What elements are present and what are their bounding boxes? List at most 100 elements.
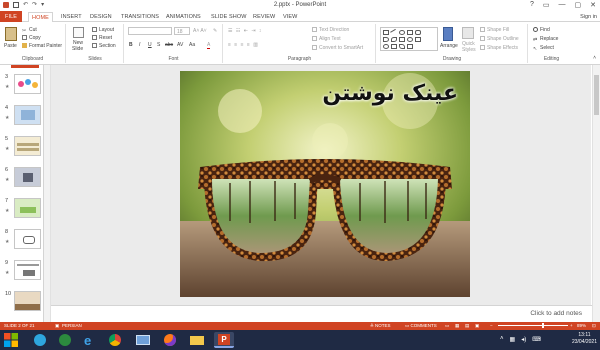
show-hidden-icons-icon[interactable]: ˄	[500, 336, 504, 343]
powerpoint-app[interactable]: P	[214, 332, 234, 348]
network-icon[interactable]: ▦	[510, 336, 516, 343]
align-text-button[interactable]: Align Text	[312, 36, 341, 42]
arrange-icon[interactable]	[443, 27, 453, 41]
change-case-button[interactable]: Aa	[189, 42, 195, 48]
find-button[interactable]: Find	[533, 27, 550, 33]
collapse-ribbon-icon[interactable]: ˄	[593, 55, 596, 61]
start-button-icon[interactable]	[3, 332, 19, 348]
text-direction-button[interactable]: Text Direction	[312, 27, 349, 33]
new-slide-icon[interactable]	[73, 27, 84, 38]
replace-button[interactable]: ⇄ Replace	[533, 36, 558, 43]
cube-shape-icon[interactable]	[391, 44, 397, 49]
shape-fill-button[interactable]: Shape Fill	[480, 27, 509, 33]
firefox-app[interactable]	[160, 332, 180, 348]
star-shape-icon[interactable]	[407, 44, 413, 49]
monitor-app[interactable]	[133, 332, 153, 348]
zoom-out-button[interactable]: −	[490, 323, 493, 328]
shadow-button[interactable]: S	[157, 42, 160, 48]
slideshow-icon[interactable]: ▣	[475, 323, 479, 329]
brace-shape-icon[interactable]	[415, 37, 421, 42]
line-shape-icon[interactable]	[390, 28, 398, 37]
language-tray-icon[interactable]: ⌨	[532, 336, 541, 343]
clear-formatting-icon[interactable]: ✎	[213, 28, 217, 34]
paste-button[interactable]: Paste	[4, 43, 17, 49]
tab-review[interactable]: REVIEW	[250, 12, 278, 22]
notes-button[interactable]: ≙ NOTES	[370, 323, 391, 329]
list-buttons[interactable]: ☰ ☷ ⇤ ⇥ ↕	[228, 28, 262, 34]
font-size-dropdown[interactable]: 18	[174, 27, 190, 35]
zoom-slider-thumb[interactable]	[542, 323, 544, 328]
italic-button[interactable]: I	[139, 42, 140, 48]
arrow-shape-icon[interactable]	[383, 37, 389, 42]
notes-placeholder[interactable]: Click to add notes	[530, 310, 582, 317]
reset-button[interactable]: Reset	[92, 35, 112, 41]
volume-icon[interactable]: ◂)	[521, 336, 526, 343]
current-slide[interactable]: عینک نوشتن	[180, 71, 470, 297]
reading-view-icon[interactable]: ▤	[465, 323, 469, 329]
layout-button[interactable]: Layout	[92, 27, 114, 33]
triangle-shape-icon[interactable]	[399, 37, 405, 42]
shape-effects-button[interactable]: Shape Effects	[480, 45, 518, 51]
fit-slide-icon[interactable]: ⊡	[592, 323, 596, 329]
clock[interactable]: 13:11 23/04/2021	[572, 332, 597, 346]
rounded-rect-shape-icon[interactable]	[415, 30, 421, 35]
green-app[interactable]	[55, 332, 75, 348]
copy-button[interactable]: Copy	[22, 35, 41, 41]
tab-insert[interactable]: INSERT	[58, 12, 85, 22]
zoom-level[interactable]: 89%	[577, 323, 586, 328]
slide-sorter-icon[interactable]: ▦	[455, 323, 459, 329]
bold-button[interactable]: B	[129, 42, 133, 48]
smiley-shape-icon[interactable]	[383, 44, 389, 49]
oval-shape-icon[interactable]	[399, 30, 405, 35]
grow-shrink-font-icon[interactable]: A˄ A˅	[193, 28, 207, 34]
strikethrough-button[interactable]: abc	[165, 42, 173, 48]
underline-button[interactable]: U	[148, 42, 152, 48]
tab-animations[interactable]: ANIMATIONS	[163, 12, 204, 22]
sign-in-link[interactable]: Sign in	[580, 14, 597, 20]
character-spacing-button[interactable]: AV	[177, 42, 183, 48]
maximize-button[interactable]: ▢	[575, 1, 582, 9]
alignment-buttons[interactable]: ≡ ≡ ≡ ≡ ▥	[228, 42, 259, 48]
spell-check-icon[interactable]: ▣	[55, 323, 59, 329]
rect-shape-icon[interactable]	[407, 30, 413, 35]
zoom-in-button[interactable]: +	[570, 323, 573, 328]
format-painter-button[interactable]: Format Painter	[22, 43, 62, 49]
ribbon-display-button[interactable]: ▭	[543, 1, 550, 9]
language-indicator[interactable]: PERSIAN	[62, 323, 82, 328]
internet-explorer-app[interactable]: e	[80, 332, 100, 348]
tab-design[interactable]: DESIGN	[87, 12, 115, 22]
quick-styles-label-2[interactable]: Styles	[462, 47, 476, 53]
tab-transitions[interactable]: TRANSITIONS	[118, 12, 162, 22]
convert-smartart-button[interactable]: Convert to SmartArt	[312, 45, 363, 51]
font-name-dropdown[interactable]	[128, 27, 172, 35]
normal-view-icon[interactable]: ▭	[445, 323, 449, 329]
close-button[interactable]: ✕	[590, 1, 596, 9]
minimize-button[interactable]: —	[559, 1, 566, 9]
rectangle-shape-icon[interactable]	[383, 30, 389, 35]
circle-shape-icon[interactable]	[407, 37, 413, 42]
font-color-button[interactable]: A	[207, 42, 211, 49]
shapes-gallery[interactable]	[380, 27, 438, 51]
curve-shape-icon[interactable]	[391, 37, 397, 42]
notes-pane[interactable]: Click to add notes	[51, 305, 592, 321]
slide-scrollbar[interactable]	[592, 65, 600, 322]
cut-button[interactable]: ✂ Cut	[22, 27, 37, 34]
zoom-slider[interactable]	[498, 323, 568, 328]
quick-styles-icon[interactable]	[462, 27, 474, 39]
shape-outline-button[interactable]: Shape Outline	[480, 36, 519, 42]
slide-title[interactable]: عینک نوشتن	[322, 81, 458, 106]
tab-file[interactable]: FILE	[0, 11, 23, 22]
tab-view[interactable]: VIEW	[280, 12, 300, 22]
chrome-app[interactable]	[105, 332, 125, 348]
select-button[interactable]: ↖ Select	[533, 45, 554, 52]
thumbnails-scrollbar[interactable]	[44, 65, 51, 322]
scrollbar-thumb[interactable]	[594, 75, 599, 115]
comments-button[interactable]: ▭ COMMENTS	[405, 323, 437, 329]
paste-icon[interactable]	[5, 27, 17, 41]
new-slide-label-2[interactable]: Slide	[72, 46, 83, 52]
tab-slide-show[interactable]: SLIDE SHOW	[208, 12, 250, 22]
file-explorer-app[interactable]	[187, 332, 207, 348]
help-button[interactable]: ?	[530, 1, 534, 9]
arrange-button[interactable]: Arrange	[440, 43, 458, 49]
section-button[interactable]: Section	[92, 43, 116, 49]
